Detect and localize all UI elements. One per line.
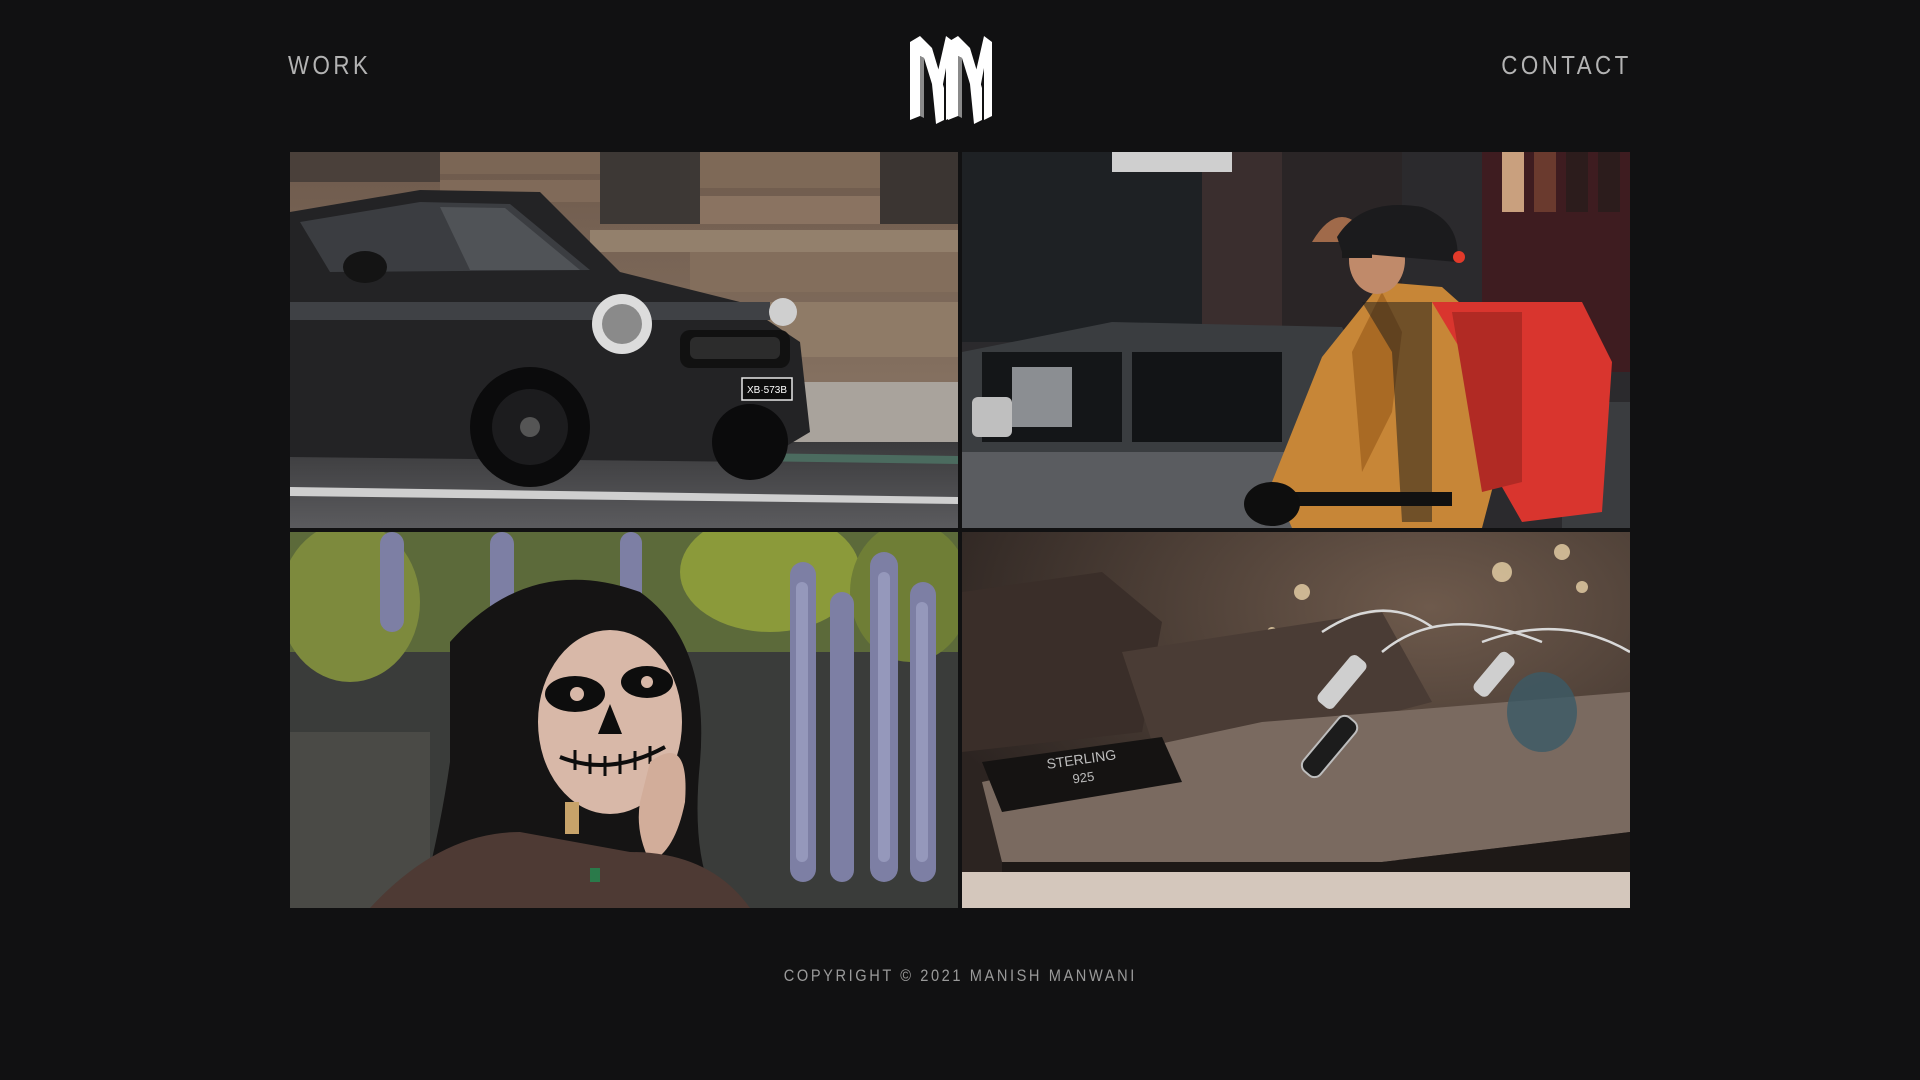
nav-contact-link[interactable]: CONTACT [1502,50,1632,81]
mm-logo-icon[interactable] [906,28,996,126]
copyright-text: COPYRIGHT © 2021 MANISH MANWANI [783,966,1137,985]
nav-work-link[interactable]: WORK [288,50,371,81]
footer-copyright: COPYRIGHT © 2021 MANISH MANWANI [0,966,1920,986]
sterling-sign-line2: 925 [1072,769,1096,787]
license-plate-text: XB·573B [747,385,787,396]
gallery-grid: XB·573B STERLING 925 [290,152,1630,908]
gallery-tile-jewelry[interactable]: STERLING 925 [962,532,1630,908]
gallery-tile-portrait[interactable] [290,532,958,908]
gallery-tile-car[interactable]: XB·573B [290,152,958,528]
gallery-tile-cyclist[interactable] [962,152,1630,528]
